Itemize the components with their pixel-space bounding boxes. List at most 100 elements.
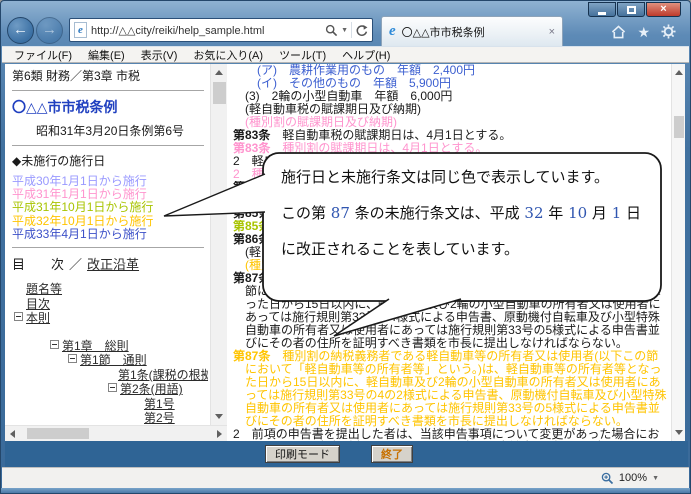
callout-line-3: に改正されることを表しています。 bbox=[281, 231, 653, 267]
favorites-star-icon[interactable]: ★ bbox=[637, 25, 650, 39]
toc-separator: ／ bbox=[69, 257, 82, 272]
exit-button[interactable]: 終了 bbox=[371, 445, 413, 463]
toc-label: 目 次 bbox=[12, 257, 64, 272]
footer-bar: 印刷モード 終了 bbox=[5, 441, 688, 467]
tree-item-item1[interactable]: 第1号 bbox=[144, 397, 208, 412]
effective-date: 平成32年10月1日から施行 bbox=[12, 215, 208, 228]
history-link[interactable]: 改正沿革 bbox=[87, 257, 139, 272]
search-icon[interactable] bbox=[325, 24, 338, 37]
tree-item-chapter1[interactable]: 第1章 総則 bbox=[50, 339, 208, 354]
home-icon[interactable] bbox=[611, 25, 626, 39]
page-icon: e bbox=[74, 22, 87, 38]
scrollbar-thumb[interactable] bbox=[674, 116, 684, 138]
sidebar-vertical-scrollbar[interactable] bbox=[210, 64, 227, 425]
browser-tab[interactable]: e 〇△△市市税条例 × bbox=[381, 16, 563, 46]
effective-date: 平成33年4月1日から施行 bbox=[12, 228, 208, 241]
tree-item-item2[interactable]: 第2号 bbox=[144, 411, 208, 425]
window-controls: × bbox=[588, 2, 681, 17]
sidebar-horizontal-scrollbar[interactable] bbox=[5, 425, 227, 441]
back-arrow-icon: ← bbox=[13, 21, 28, 38]
address-bar-icons: ▼ bbox=[325, 22, 368, 38]
scroll-left-arrow[interactable] bbox=[10, 430, 15, 438]
maximize-icon bbox=[627, 6, 636, 14]
separator bbox=[351, 22, 352, 38]
content-vertical-scrollbar[interactable] bbox=[671, 64, 685, 441]
zoom-level[interactable]: 100% bbox=[619, 472, 647, 484]
url-text[interactable]: http://△△city/reiki/help_sample.html bbox=[91, 24, 321, 37]
scroll-up-arrow[interactable] bbox=[215, 70, 223, 75]
zoom-dropdown-icon[interactable]: ▼ bbox=[652, 475, 659, 482]
ordinance-title-link[interactable]: 〇△△市市税条例 bbox=[12, 97, 208, 117]
toc-header: 目 次 ／ 改正沿革 bbox=[12, 254, 208, 273]
search-dropdown-icon[interactable]: ▼ bbox=[341, 27, 348, 34]
scroll-down-arrow[interactable] bbox=[675, 430, 683, 435]
menu-file[interactable]: ファイル(F) bbox=[6, 47, 80, 63]
content-line: (種別割の賦課期日及び納期) bbox=[233, 116, 670, 129]
ie-logo-icon: e bbox=[389, 24, 396, 39]
menu-favorites[interactable]: お気に入り(A) bbox=[185, 47, 271, 63]
collapse-icon[interactable] bbox=[50, 340, 59, 349]
scroll-up-arrow[interactable] bbox=[675, 70, 683, 75]
maximize-button[interactable] bbox=[617, 2, 645, 17]
close-button[interactable]: × bbox=[646, 2, 681, 17]
settings-gear-icon[interactable] bbox=[661, 24, 676, 39]
article-87-paragraph-2: 2 前項の申告書を提出した者は、当該申告事項について変更があった場合においては、… bbox=[233, 428, 670, 441]
tab-close-icon[interactable]: × bbox=[549, 26, 555, 38]
divider bbox=[12, 247, 204, 248]
menu-view[interactable]: 表示(V) bbox=[133, 47, 186, 63]
menu-edit[interactable]: 編集(E) bbox=[80, 47, 133, 63]
divider bbox=[12, 90, 204, 91]
content-line: (ア) 農耕作業用のもの 年額 2,400円 bbox=[233, 64, 670, 77]
minimize-icon bbox=[598, 12, 606, 15]
browser-window: × ← → e http://△△city/reiki/help_sample.… bbox=[0, 0, 691, 494]
content-line: (軽自動車税の賦課期日及び納期) bbox=[233, 103, 670, 116]
tree-item-mokuji[interactable]: 目次 bbox=[26, 297, 208, 312]
menu-tools[interactable]: ツール(T) bbox=[271, 47, 334, 63]
toc-tree: 題名等 目次 本則 第1章 総則 第1節 通則 第1条(課税の根拠) 第2条(用… bbox=[12, 282, 208, 425]
content-line: 第83条 軽自動車税の賦課期日は、4月1日とする。 bbox=[233, 129, 670, 142]
callout-line-1: 施行日と未施行条文は同じ色で表示しています。 bbox=[281, 159, 653, 195]
content-line: (3) 2輪の小型自動車 年額 6,000円 bbox=[233, 90, 670, 103]
window-bottom-edge bbox=[1, 488, 690, 494]
page-area: 第6類 財務／第3章 市税 〇△△市市税条例 昭和31年3月20日条例第6号 ◆… bbox=[5, 64, 685, 441]
effective-date: 平成31年10月1日から施行 bbox=[12, 201, 208, 214]
callout-line-2: この第 87 条の未施行条文は、平成 32 年 10 月 1 日 bbox=[281, 195, 653, 231]
tab-title: 〇△△市市税条例 bbox=[402, 24, 543, 40]
breadcrumb: 第6類 財務／第3章 市税 bbox=[12, 67, 208, 84]
browser-action-icons: ★ bbox=[611, 24, 676, 39]
collapse-icon[interactable] bbox=[14, 312, 23, 321]
collapse-icon[interactable] bbox=[68, 354, 77, 363]
tree-item-article2[interactable]: 第2条(用語) bbox=[108, 382, 208, 397]
scroll-right-arrow[interactable] bbox=[217, 430, 222, 438]
effective-date-list: 平成30年1月1日から施行 平成31年1月1日から施行 平成31年10月1日から… bbox=[12, 175, 208, 241]
tree-item-honsoku[interactable]: 本則 bbox=[14, 311, 208, 326]
back-button[interactable]: ← bbox=[7, 17, 34, 44]
collapse-icon[interactable] bbox=[108, 383, 117, 392]
print-mode-button[interactable]: 印刷モード bbox=[265, 445, 340, 463]
zoom-icon bbox=[601, 472, 614, 485]
status-bar: 100% ▼ bbox=[2, 467, 689, 488]
tree-item-article1[interactable]: 第1条(課税の根拠) bbox=[118, 368, 208, 383]
menu-bar: ファイル(F) 編集(E) 表示(V) お気に入り(A) ツール(T) ヘルプ(… bbox=[2, 46, 689, 63]
callout-text: 施行日と未施行条文は同じ色で表示しています。 この第 87 条の未施行条文は、平… bbox=[281, 159, 653, 267]
scrollbar-thumb[interactable] bbox=[213, 82, 226, 104]
article-87-current: 第87条 軽自動車税の納税義務者である軽自動車等の所有者又は使用者(以下本節にお… bbox=[233, 272, 670, 350]
content-line: (イ) その他のもの 年額 5,900円 bbox=[233, 77, 670, 90]
scrollbar-thumb[interactable] bbox=[27, 428, 89, 439]
sidebar: 第6類 財務／第3章 市税 〇△△市市税条例 昭和31年3月20日条例第6号 ◆… bbox=[5, 64, 208, 425]
close-icon: × bbox=[660, 4, 666, 15]
content-line: 第83条 種別割の賦課期日は、4月1日とする。 bbox=[233, 142, 670, 155]
minimize-button[interactable] bbox=[588, 2, 616, 17]
future-effective-heading: ◆未施行の施行日 bbox=[12, 152, 208, 169]
menu-help[interactable]: ヘルプ(H) bbox=[334, 47, 398, 63]
enactment-number: 昭和31年3月20日条例第6号 bbox=[12, 122, 208, 139]
forward-arrow-icon: → bbox=[42, 21, 57, 38]
article-87-future: 第87条 種別割の納税義務者である軽自動車等の所有者又は使用者(以下この節におい… bbox=[233, 350, 670, 428]
refresh-icon[interactable] bbox=[355, 24, 368, 37]
divider bbox=[12, 145, 204, 146]
scroll-down-arrow[interactable] bbox=[215, 414, 223, 419]
forward-button[interactable]: → bbox=[36, 17, 63, 44]
tree-item-section1[interactable]: 第1節 通則 bbox=[68, 353, 208, 368]
address-bar[interactable]: e http://△△city/reiki/help_sample.html ▼ bbox=[69, 18, 373, 42]
tree-item-daimeito[interactable]: 題名等 bbox=[26, 282, 208, 297]
